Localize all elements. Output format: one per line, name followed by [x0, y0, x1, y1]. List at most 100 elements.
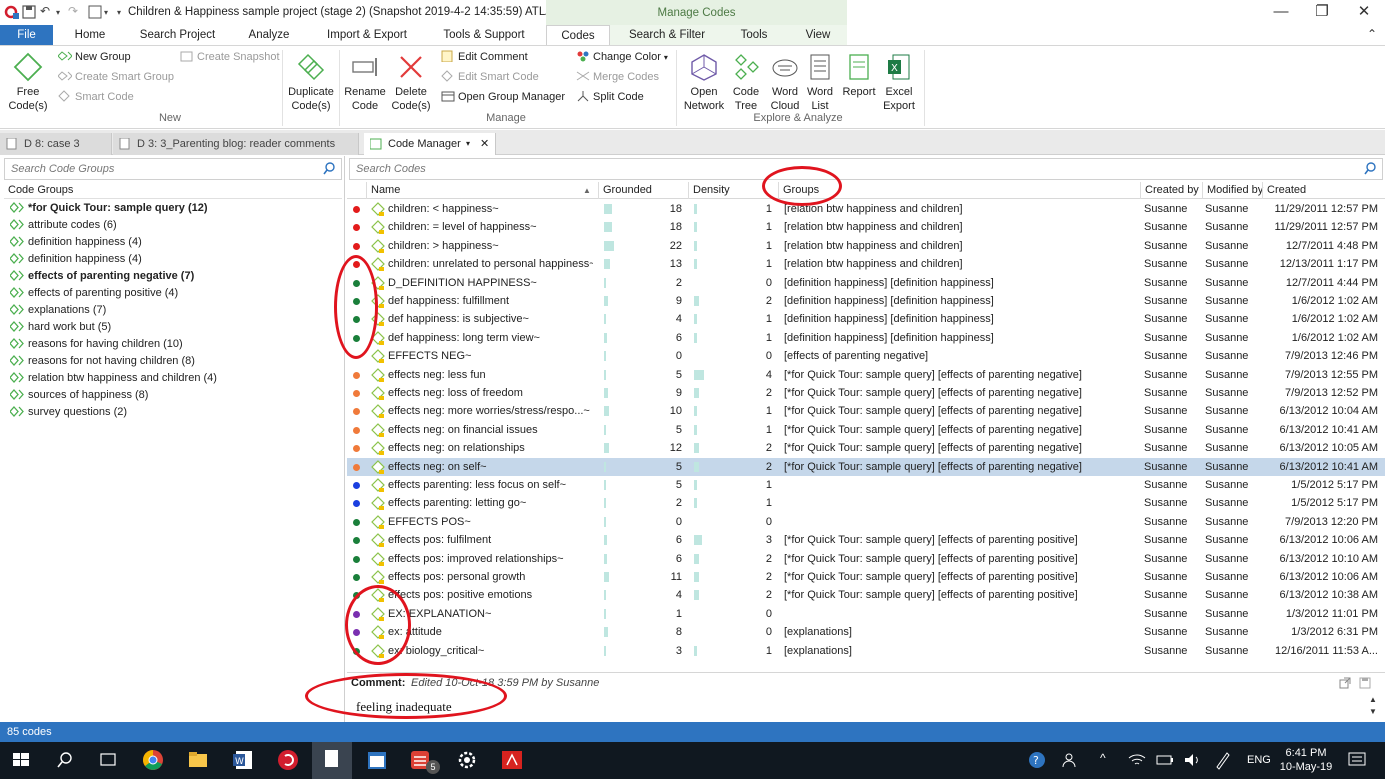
table-row[interactable]: effects pos: positive emotions 4 2 [*for Qu…: [347, 586, 1385, 604]
maximize-button[interactable]: ❐: [1302, 2, 1342, 22]
taskbar-clock[interactable]: 6:41 PM 10-May-19: [1276, 746, 1336, 774]
code-group-item[interactable]: hard work but (5): [10, 319, 111, 336]
smart-code-button[interactable]: Smart Code: [58, 88, 134, 106]
help-icon[interactable]: ?: [1024, 748, 1050, 772]
show-hidden-icons-icon[interactable]: ^: [1100, 751, 1106, 765]
tab-view[interactable]: View: [795, 25, 841, 45]
search-icon[interactable]: [323, 162, 335, 176]
open-group-manager-button[interactable]: Open Group Manager: [441, 88, 565, 106]
code-groups-header[interactable]: Code Groups: [4, 182, 342, 199]
doc-tab-d3[interactable]: D 3: 3_Parenting blog: reader comments: [113, 133, 359, 155]
merge-codes-button[interactable]: Merge Codes: [576, 68, 659, 86]
table-row[interactable]: def happiness: fulfillment 9 2 [definition …: [347, 292, 1385, 310]
table-row[interactable]: ex: biology_critical~ 3 1 [explanations] Sus…: [347, 642, 1385, 660]
tab-tools[interactable]: Tools: [725, 25, 783, 45]
atlas-ti-icon[interactable]: [275, 748, 301, 772]
window-layout-icon[interactable]: [88, 5, 102, 19]
code-group-item[interactable]: *for Quick Tour: sample query (12): [10, 200, 208, 217]
code-group-item[interactable]: sources of happiness (8): [10, 387, 148, 404]
scroll-down-icon[interactable]: ▼: [1369, 707, 1377, 716]
word-cloud-button[interactable]: Word Cloud: [766, 52, 804, 113]
battery-icon[interactable]: [1152, 748, 1178, 772]
code-groups-search-input[interactable]: Search Code Groups: [4, 158, 342, 180]
table-row[interactable]: effects neg: more worries/stress/respo..…: [347, 402, 1385, 420]
table-row[interactable]: EFFECTS NEG~ 0 0 [effects of parenting nega…: [347, 347, 1385, 365]
table-row[interactable]: children: unrelated to personal happines…: [347, 255, 1385, 273]
doc-tab-d8[interactable]: D 8: case 3: [0, 133, 112, 155]
code-group-item[interactable]: definition happiness (4): [10, 234, 142, 251]
column-header-modified-by[interactable]: Modified by: [1202, 182, 1263, 199]
input-language[interactable]: ENG: [1247, 754, 1271, 766]
code-group-item[interactable]: relation btw happiness and children (4): [10, 370, 217, 387]
table-row[interactable]: effects pos: fulfilment 6 3 [*for Quick Tou…: [347, 531, 1385, 549]
tab-analyze[interactable]: Analyze: [237, 25, 301, 45]
table-row[interactable]: effects parenting: letting go~ 2 1 Susanne S…: [347, 494, 1385, 512]
scroll-up-icon[interactable]: ▲: [1369, 695, 1377, 704]
column-header-created[interactable]: Created: [1262, 182, 1380, 199]
column-header-created-by[interactable]: Created by: [1140, 182, 1202, 199]
search-icon[interactable]: [1364, 162, 1376, 176]
layout-dropdown-icon[interactable]: ▾: [104, 8, 108, 17]
split-code-button[interactable]: Split Code: [576, 88, 644, 106]
table-row[interactable]: children: < happiness~ 18 1 [relation btw h…: [347, 200, 1385, 218]
word-icon[interactable]: W: [230, 748, 256, 772]
create-smart-group-button[interactable]: Create Smart Group: [58, 68, 174, 86]
wifi-icon[interactable]: [1124, 748, 1150, 772]
tab-file[interactable]: File: [0, 25, 53, 45]
table-row[interactable]: effects neg: on relationships 12 2 [*for Qu…: [347, 439, 1385, 457]
free-codes-button[interactable]: Free Code(s): [6, 52, 50, 113]
edit-comment-button[interactable]: Edit Comment: [441, 48, 528, 66]
table-row[interactable]: children: = level of happiness~ 18 1 [relat…: [347, 218, 1385, 236]
table-row[interactable]: effects neg: less fun 5 4 [*for Quick Tour:…: [347, 366, 1385, 384]
tab-home[interactable]: Home: [63, 25, 117, 45]
word-list-button[interactable]: Word List: [804, 52, 836, 113]
doc-tab-code-manager[interactable]: Code Manager ▾ ✕: [364, 133, 496, 155]
pen-icon[interactable]: [1210, 748, 1236, 772]
column-header-grounded[interactable]: Grounded: [598, 182, 688, 199]
tab-search-project[interactable]: Search Project: [130, 25, 225, 45]
excel-export-button[interactable]: X Excel Export: [880, 52, 918, 113]
tab-dropdown-icon[interactable]: ▾: [466, 133, 470, 155]
table-row[interactable]: EX: EXPLANATION~ 1 0 Susanne Susanne 1/3/2012…: [347, 605, 1385, 623]
code-group-item[interactable]: explanations (7): [10, 302, 106, 319]
rename-code-button[interactable]: Rename Code: [342, 52, 388, 113]
volume-icon[interactable]: [1180, 748, 1206, 772]
acrobat-icon[interactable]: [499, 748, 525, 772]
tab-tools-support[interactable]: Tools & Support: [432, 25, 536, 45]
people-icon[interactable]: [1058, 748, 1084, 772]
delete-codes-button[interactable]: Delete Code(s): [389, 52, 433, 113]
close-button[interactable]: ✕: [1344, 2, 1384, 22]
table-row[interactable]: effects parenting: less focus on self~ 5 1…: [347, 476, 1385, 494]
table-row[interactable]: effects neg: on self~ 5 2 [*for Quick Tour:…: [347, 457, 1385, 476]
create-snapshot-button[interactable]: Create Snapshot: [180, 48, 280, 66]
code-tree-button[interactable]: Code Tree: [728, 52, 764, 113]
table-row[interactable]: D_DEFINITION HAPPINESS~ 2 0 [definition hap…: [347, 274, 1385, 292]
taskbar-active-app[interactable]: [312, 742, 352, 779]
column-header-name[interactable]: Name ▲: [366, 182, 598, 199]
table-row[interactable]: effects pos: personal growth 11 2 [*for Qui…: [347, 568, 1385, 586]
code-group-item[interactable]: definition happiness (4): [10, 251, 142, 268]
table-row[interactable]: effects pos: improved relationships~ 6 2 [*…: [347, 550, 1385, 568]
task-view-icon[interactable]: [95, 748, 121, 772]
report-button[interactable]: Report: [840, 52, 878, 99]
code-group-item[interactable]: attribute codes (6): [10, 217, 117, 234]
undo-icon[interactable]: ↶: [40, 4, 50, 18]
file-explorer-icon[interactable]: [185, 748, 211, 772]
code-group-item[interactable]: effects of parenting positive (4): [10, 285, 178, 302]
settings-gear-icon[interactable]: [454, 748, 480, 772]
save-comment-icon[interactable]: [1359, 677, 1371, 689]
calendar-icon[interactable]: [364, 748, 390, 772]
save-icon[interactable]: [22, 5, 36, 19]
table-row[interactable]: ex: attitude 8 0 [explanations] Susanne Susan…: [347, 623, 1385, 641]
table-row[interactable]: effects neg: on financial issues 5 1 [*for …: [347, 421, 1385, 439]
tab-import-export[interactable]: Import & Export: [316, 25, 418, 45]
codes-search-input[interactable]: Search Codes: [349, 158, 1383, 180]
table-row[interactable]: effects neg: loss of freedom 9 2 [*for Quic…: [347, 384, 1385, 402]
duplicate-codes-button[interactable]: Duplicate Code(s): [286, 52, 336, 113]
action-center-icon[interactable]: [1344, 748, 1370, 772]
tab-codes[interactable]: Codes: [546, 25, 610, 45]
code-group-item[interactable]: reasons for having children (10): [10, 336, 183, 353]
pop-out-icon[interactable]: [1339, 677, 1351, 689]
table-row[interactable]: def happiness: is subjective~ 4 1 [definiti…: [347, 310, 1385, 328]
table-row[interactable]: def happiness: long term view~ 6 1 [definit…: [347, 329, 1385, 347]
